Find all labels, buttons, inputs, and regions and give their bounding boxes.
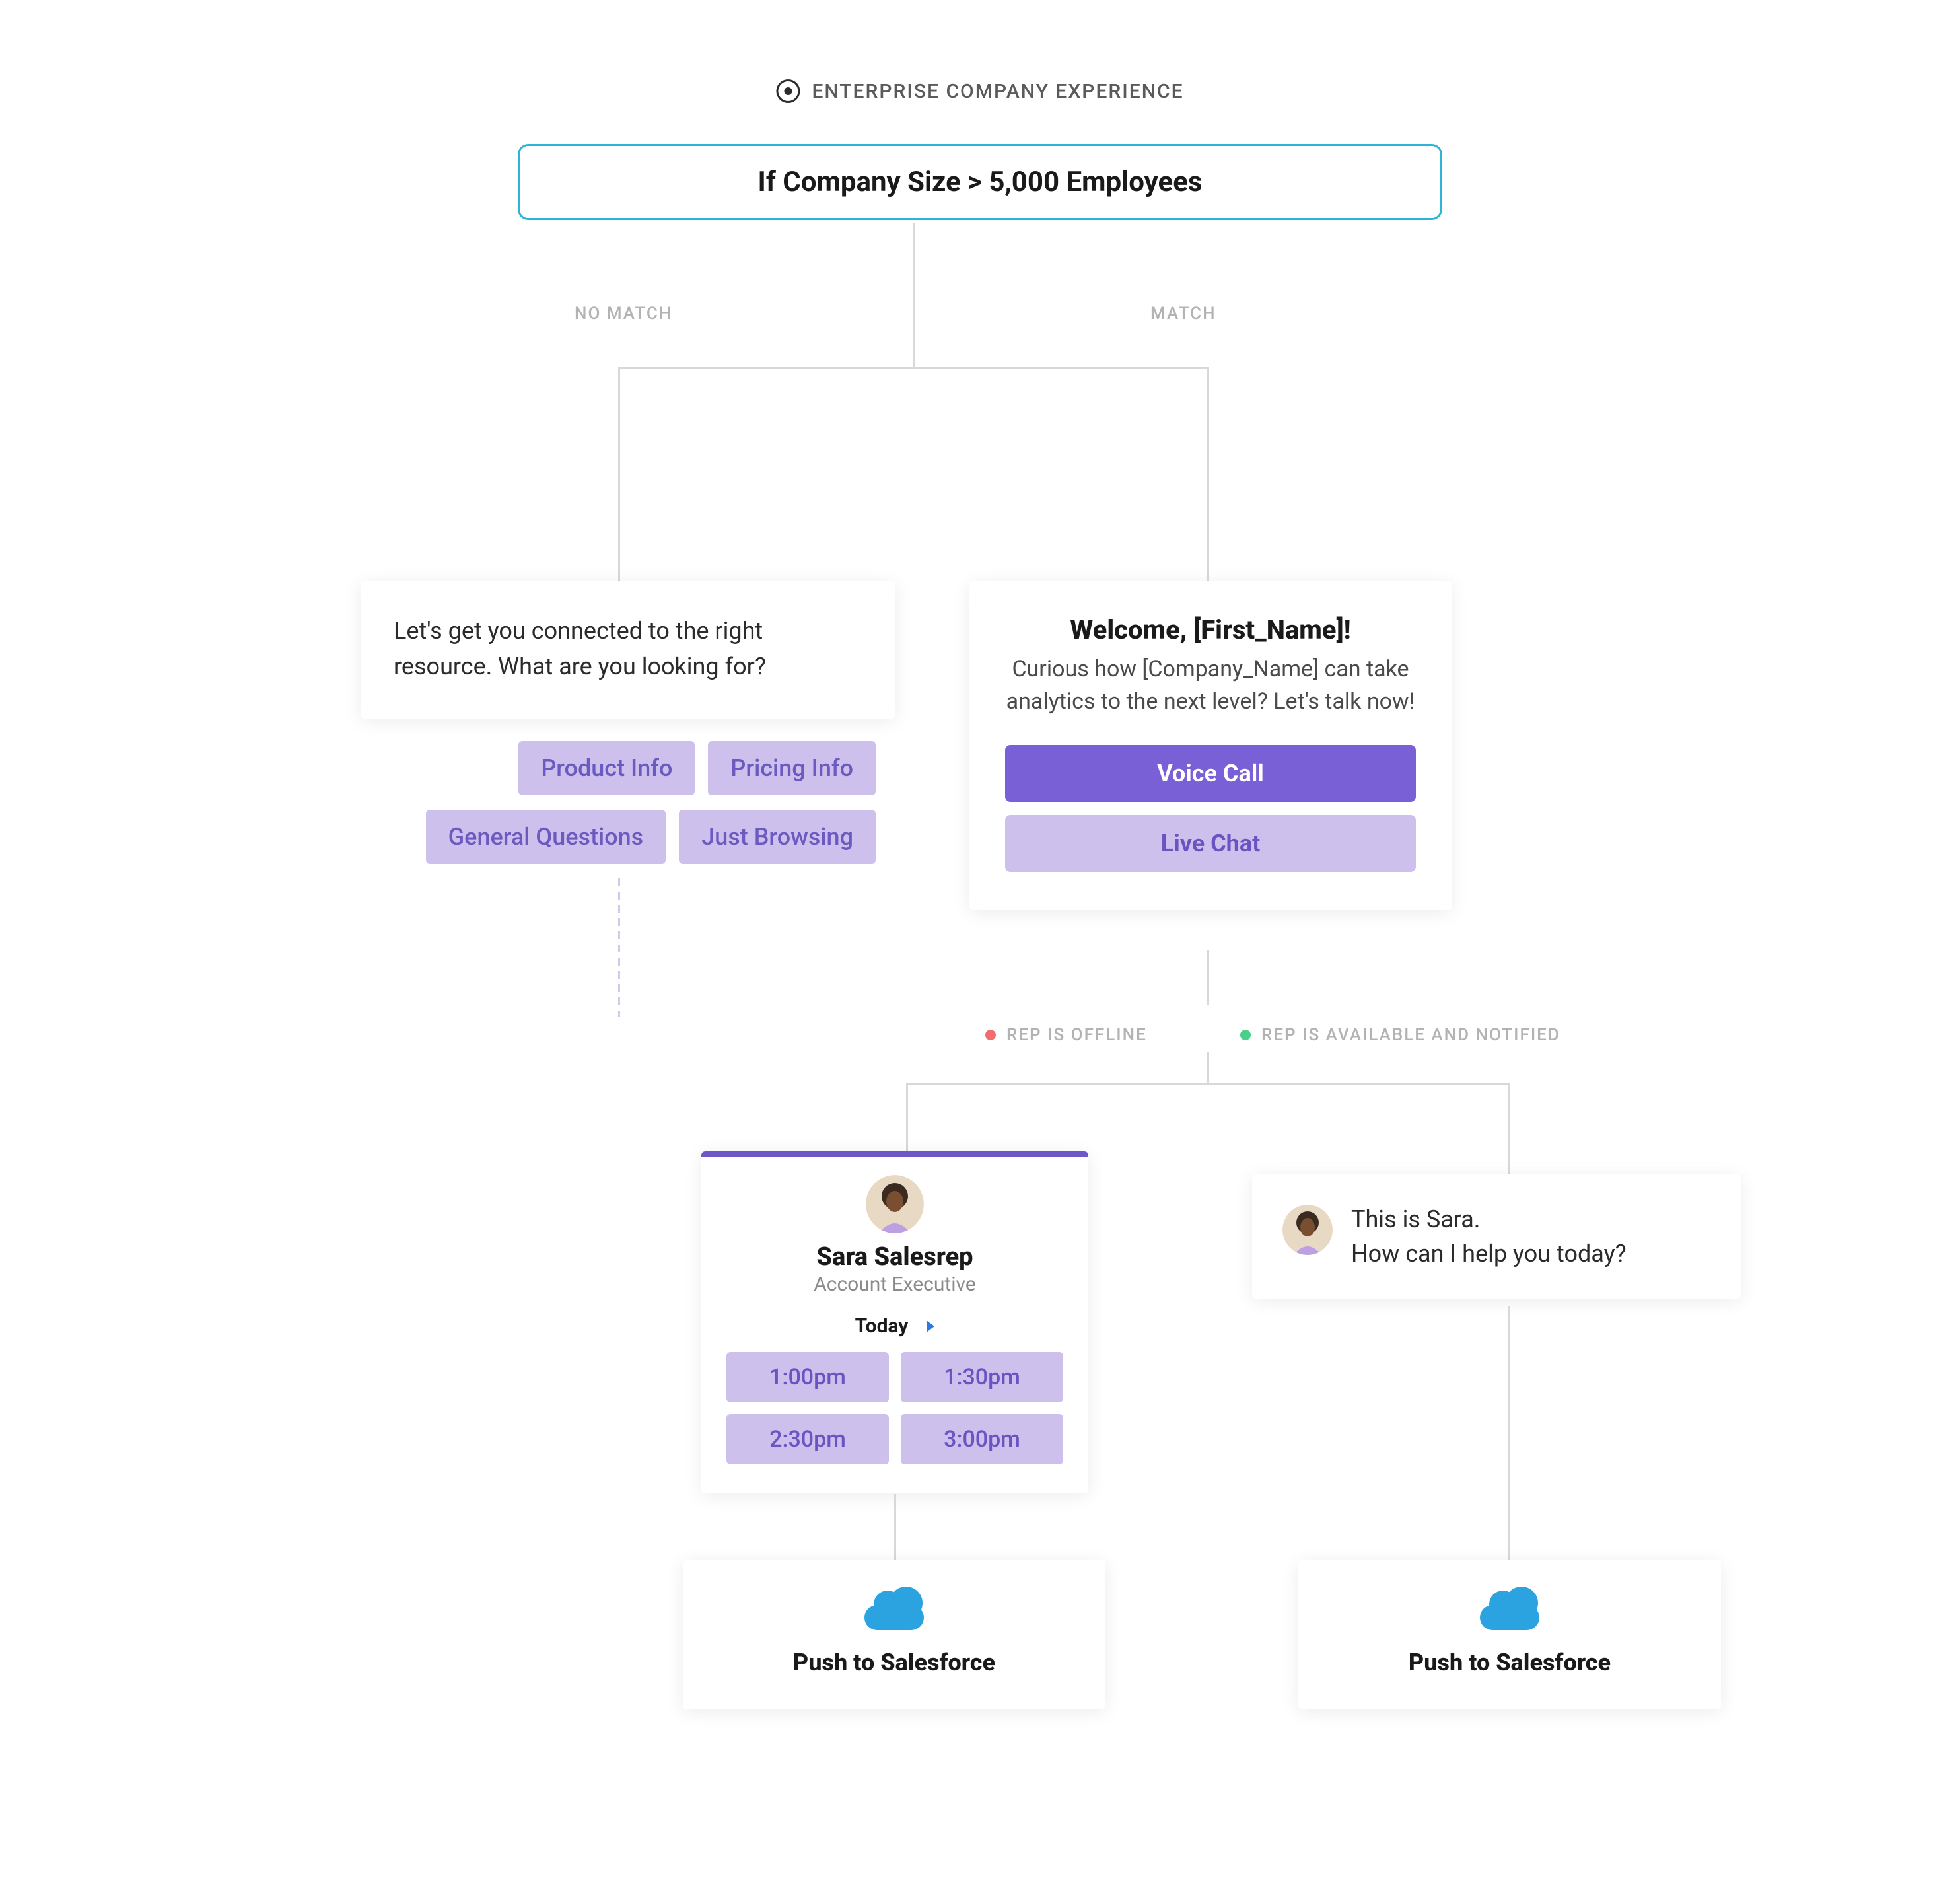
chip-general-questions[interactable]: General Questions	[426, 810, 666, 864]
salesforce-cloud-icon	[1480, 1589, 1539, 1630]
connector	[913, 317, 915, 369]
push-label: Push to Salesforce	[1298, 1649, 1721, 1676]
chip-row-1: Product Info Pricing Info	[361, 741, 876, 795]
next-day-arrow-icon[interactable]	[927, 1320, 934, 1332]
chat-line-1: This is Sara.	[1351, 1202, 1627, 1236]
time-slot[interactable]: 1:30pm	[901, 1352, 1063, 1402]
connector	[1207, 367, 1209, 581]
chip-pricing-info[interactable]: Pricing Info	[708, 741, 876, 795]
chip-product-info[interactable]: Product Info	[518, 741, 695, 795]
resource-prompt-card: Let's get you connected to the right res…	[361, 581, 895, 719]
welcome-body: Curious how [Company_Name] can take anal…	[1005, 653, 1416, 719]
status-dot-green-icon	[1240, 1030, 1251, 1040]
rep-avatar	[866, 1175, 924, 1233]
connector	[906, 1083, 1510, 1085]
status-available: REP IS AVAILABLE AND NOTIFIED	[1240, 1025, 1560, 1045]
branch-no-match-label: NO MATCH	[575, 304, 672, 324]
header-label: ENTERPRISE COMPANY EXPERIENCE	[812, 80, 1183, 103]
condition-node: If Company Size > 5,000 Employees	[518, 144, 1442, 220]
chip-just-browsing[interactable]: Just Browsing	[679, 810, 876, 864]
push-label: Push to Salesforce	[683, 1649, 1105, 1676]
connector	[906, 1083, 908, 1152]
welcome-title: Welcome, [First_Name]!	[1005, 614, 1416, 645]
chip-row-2: General Questions Just Browsing	[361, 810, 876, 864]
connector	[1508, 1083, 1510, 1174]
time-slot[interactable]: 3:00pm	[901, 1414, 1063, 1464]
target-icon	[776, 79, 800, 103]
rep-name: Sara Salesrep	[701, 1242, 1088, 1271]
chat-message: This is Sara. How can I help you today?	[1351, 1202, 1627, 1271]
voice-call-button[interactable]: Voice Call	[1005, 745, 1416, 802]
connector-dashed	[618, 878, 620, 1017]
time-slot[interactable]: 1:00pm	[726, 1352, 889, 1402]
push-salesforce-card-right: Push to Salesforce	[1298, 1560, 1721, 1709]
status-offline: REP IS OFFLINE	[985, 1025, 1147, 1045]
push-salesforce-card-left: Push to Salesforce	[683, 1560, 1105, 1709]
connector	[894, 1494, 896, 1560]
salesforce-cloud-icon	[864, 1589, 924, 1630]
status-dot-red-icon	[985, 1030, 996, 1040]
status-offline-text: REP IS OFFLINE	[1006, 1025, 1147, 1045]
connector	[913, 223, 915, 317]
time-slot[interactable]: 2:30pm	[726, 1414, 889, 1464]
live-chat-button[interactable]: Live Chat	[1005, 815, 1416, 872]
connector	[1508, 1306, 1510, 1560]
rep-avatar-small	[1282, 1205, 1333, 1255]
chat-line-2: How can I help you today?	[1351, 1236, 1627, 1271]
status-available-text: REP IS AVAILABLE AND NOTIFIED	[1261, 1025, 1560, 1045]
rep-title: Account Executive	[701, 1273, 1088, 1296]
time-slots: 1:00pm 1:30pm 2:30pm 3:00pm	[701, 1352, 1088, 1493]
page-header: ENTERPRISE COMPANY EXPERIENCE	[776, 79, 1183, 103]
live-chat-card: This is Sara. How can I help you today?	[1252, 1174, 1741, 1299]
welcome-card: Welcome, [First_Name]! Curious how [Comp…	[969, 581, 1452, 910]
connector	[618, 367, 1208, 369]
connector	[618, 367, 620, 581]
scheduler-card: Sara Salesrep Account Executive Today 1:…	[701, 1151, 1088, 1493]
date-selector: Today	[701, 1314, 1088, 1338]
branch-match-label: MATCH	[1150, 304, 1216, 324]
prompt-text: Let's get you connected to the right res…	[394, 613, 862, 684]
connector	[1207, 950, 1209, 1005]
today-label: Today	[855, 1314, 909, 1338]
connector	[1207, 1052, 1209, 1085]
